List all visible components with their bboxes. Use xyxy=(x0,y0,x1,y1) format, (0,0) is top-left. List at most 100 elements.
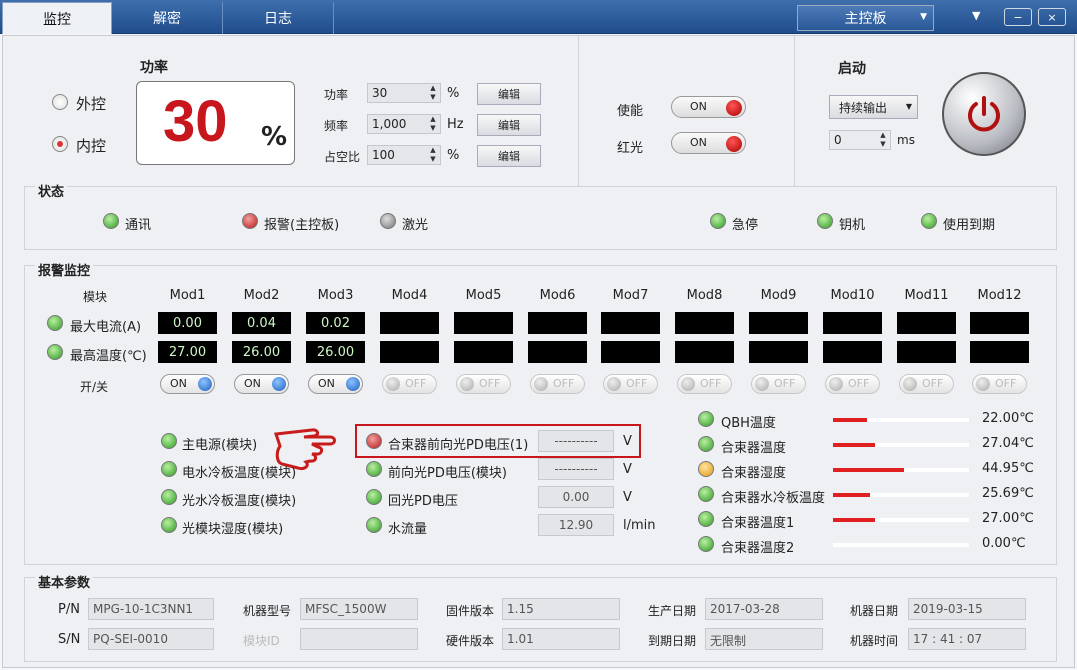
machine-date-field: 2019-03-15 xyxy=(908,598,1026,620)
param-unit-duty: % xyxy=(447,148,460,163)
internal-control-radio[interactable] xyxy=(52,136,68,152)
check-led xyxy=(161,433,177,449)
temp-bar xyxy=(833,518,969,522)
temp-bar xyxy=(833,493,969,497)
frequency-input[interactable]: 1,000 ▲ ▼ xyxy=(367,114,441,134)
module-switch-3[interactable]: ON xyxy=(308,374,363,394)
status-label: 通讯 xyxy=(125,218,152,233)
max-temp-label: 最高温度(℃) xyxy=(70,349,147,364)
status-led-estop xyxy=(710,213,726,229)
module-switch-4[interactable]: OFF xyxy=(382,374,437,394)
check-led xyxy=(366,489,382,505)
tab-decrypt[interactable]: 解密 xyxy=(112,2,223,34)
check-unit: V xyxy=(623,434,632,449)
max-temp-cell: 26.00 xyxy=(306,341,365,363)
module-switch-7[interactable]: OFF xyxy=(603,374,658,394)
temp-label: 合束器温度 xyxy=(721,441,787,456)
expiry-date-field: 无限制 xyxy=(705,628,823,650)
module-switch-9[interactable]: OFF xyxy=(751,374,806,394)
external-control-label: 外控 xyxy=(76,95,107,113)
module-switch-1[interactable]: ON xyxy=(160,374,215,394)
onoff-label: 开/关 xyxy=(80,380,109,394)
model-label: 机器型号 xyxy=(243,604,292,618)
edit-duty-button[interactable]: 编辑 xyxy=(477,145,541,167)
temp-bar xyxy=(833,543,969,547)
board-select[interactable]: 主控板 ▼ xyxy=(797,5,934,31)
pn-field: MPG-10-1C3NN1 xyxy=(88,598,214,620)
status-label: 激光 xyxy=(402,218,429,233)
module-header-5: Mod5 xyxy=(465,288,502,303)
module-switch-2[interactable]: ON xyxy=(234,374,289,394)
status-label: 钥机 xyxy=(839,218,866,233)
module-switch-8[interactable]: OFF xyxy=(677,374,732,394)
external-control-radio[interactable] xyxy=(52,94,68,110)
temp-label: 合束器温度1 xyxy=(721,516,795,531)
sn-label: S/N xyxy=(58,632,81,647)
module-switch-11[interactable]: OFF xyxy=(899,374,954,394)
spinner-icon[interactable]: ▲ ▼ xyxy=(877,131,889,149)
module-switch-6[interactable]: OFF xyxy=(530,374,585,394)
power-input[interactable]: 30 ▲ ▼ xyxy=(367,83,441,103)
spinner-icon[interactable]: ▲ ▼ xyxy=(427,84,439,102)
check-value: 12.90 xyxy=(538,514,614,536)
check-led xyxy=(161,489,177,505)
max-temp-cell xyxy=(749,341,808,363)
edit-power-button[interactable]: 编辑 xyxy=(477,83,541,105)
status-title: 状态 xyxy=(35,181,68,200)
edit-frequency-button[interactable]: 编辑 xyxy=(477,114,541,136)
start-title: 启动 xyxy=(838,61,866,77)
close-button[interactable]: × xyxy=(1038,8,1066,26)
module-header-10: Mod10 xyxy=(830,288,875,303)
row-led xyxy=(47,344,63,360)
red-light-toggle[interactable]: ON xyxy=(671,132,746,154)
check-led xyxy=(366,461,382,477)
status-group xyxy=(24,186,1057,250)
pn-label: P/N xyxy=(58,602,80,617)
check-label: 回光PD电压 xyxy=(388,494,458,509)
tab-log[interactable]: 日志 xyxy=(223,2,334,34)
temp-value: 22.00℃ xyxy=(982,411,1034,426)
temp-label: 合束器湿度 xyxy=(721,466,787,481)
chevron-down-icon: ▼ xyxy=(920,12,927,22)
menu-dropdown-icon[interactable]: ▼ xyxy=(972,9,980,22)
module-switch-10[interactable]: OFF xyxy=(825,374,880,394)
check-led xyxy=(161,461,177,477)
hardware-label: 硬件版本 xyxy=(446,634,495,648)
max-current-cell xyxy=(897,312,956,334)
max-current-label: 最大电流(A) xyxy=(70,320,142,335)
hardware-field: 1.01 xyxy=(502,628,620,650)
minimize-button[interactable]: − xyxy=(1004,8,1032,26)
expiry-date-label: 到期日期 xyxy=(648,634,697,648)
check-label: 合束器前向光PD电压(1) xyxy=(388,438,529,453)
module-switch-12[interactable]: OFF xyxy=(972,374,1027,394)
red-light-label: 红光 xyxy=(617,141,644,156)
temp-value: 27.04℃ xyxy=(982,436,1034,451)
max-current-cell xyxy=(601,312,660,334)
power-start-button[interactable] xyxy=(942,72,1026,156)
max-current-cell xyxy=(749,312,808,334)
module-header-6: Mod6 xyxy=(539,288,576,303)
module-switch-5[interactable]: OFF xyxy=(456,374,511,394)
power-unit: % xyxy=(261,122,288,152)
param-label-duty: 占空比 xyxy=(324,150,361,164)
divider xyxy=(578,36,579,186)
temp-led xyxy=(698,411,714,427)
power-value: 30 xyxy=(163,89,228,154)
enable-toggle[interactable]: ON xyxy=(671,96,746,118)
tab-monitor[interactable]: 监控 xyxy=(2,2,112,34)
spinner-icon[interactable]: ▲ ▼ xyxy=(427,115,439,133)
module-header-2: Mod2 xyxy=(243,288,280,303)
spinner-icon[interactable]: ▲ ▼ xyxy=(427,146,439,164)
machine-time-field: 17 : 41 : 07 xyxy=(908,628,1026,650)
check-value: ---------- xyxy=(538,458,614,480)
check-led xyxy=(366,517,382,533)
toggle-knob xyxy=(726,100,742,116)
status-led-laser xyxy=(380,213,396,229)
delay-input[interactable]: 0 ▲ ▼ xyxy=(829,130,891,150)
module-header: 模块 xyxy=(83,290,108,304)
param-unit-frequency: Hz xyxy=(447,117,464,132)
check-led xyxy=(366,433,382,449)
check-label: 光水冷板温度(模块) xyxy=(182,494,297,509)
duty-input[interactable]: 100 ▲ ▼ xyxy=(367,145,441,165)
output-mode-select[interactable]: 持续输出 ▼ xyxy=(829,95,918,119)
